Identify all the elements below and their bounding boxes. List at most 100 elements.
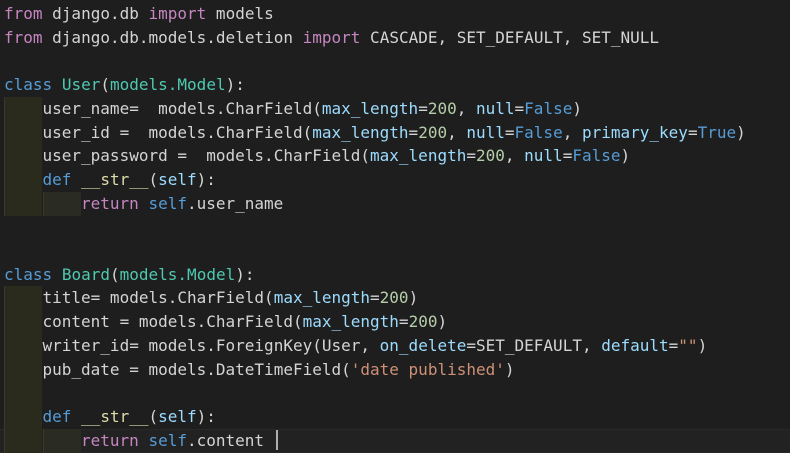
code-line[interactable]: writer_id= models.ForeignKey(User, on_de… [43, 334, 708, 358]
code-token: ( [109, 264, 120, 284]
code-token: ): [225, 75, 245, 95]
code-token: __str__ [81, 169, 149, 189]
code-token: 200 [427, 98, 457, 118]
code-token: from [4, 4, 43, 23]
code-token: User [61, 75, 101, 95]
code-token: max_length [321, 98, 419, 118]
code-token: default [601, 335, 669, 355]
text-cursor [275, 429, 278, 450]
code-token: 200 [475, 146, 505, 166]
code-token: ) [736, 122, 746, 142]
code-token: Board [61, 264, 110, 284]
code-token: True [697, 122, 737, 142]
code-token: "" [678, 335, 698, 355]
code-token: import [148, 4, 207, 23]
code-token: 'date published' [350, 359, 505, 379]
code-token: self [158, 406, 197, 426]
indent-guide [4, 404, 42, 429]
code-line[interactable]: title= models.CharField(max_length=200) [43, 286, 419, 310]
code-line[interactable]: from django.db.models.deletion import CA… [4, 26, 659, 50]
code-line[interactable]: user_id = models.CharField(max_length=20… [43, 121, 746, 145]
code-token: ) [504, 359, 515, 379]
code-line[interactable]: pub_date = models.DateTimeField('date pu… [43, 358, 515, 382]
indent-guide [4, 357, 42, 382]
code-token: ) [437, 312, 448, 332]
code-token: from [4, 27, 43, 47]
code-token: = [398, 312, 409, 332]
code-token: self [158, 169, 197, 189]
indent-guide [4, 144, 42, 169]
code-token: ( [148, 406, 159, 426]
code-editor[interactable]: from django.db import models from django.… [0, 0, 790, 453]
code-token: user_name= models.CharField( [42, 98, 322, 118]
code-token: def [42, 406, 72, 426]
indent-guide [4, 191, 42, 216]
code-token: max_length [302, 312, 399, 332]
code-token: = [370, 288, 380, 308]
code-token: =SET_DEFAULT, [466, 335, 602, 355]
code-token: content = models.CharField( [42, 312, 303, 332]
code-token: class [4, 75, 53, 95]
code-line[interactable]: return self.user_name [81, 192, 283, 216]
code-token: max_length [273, 288, 371, 308]
code-line[interactable]: class User(models.Model): [4, 73, 245, 97]
code-token: .user_name [186, 193, 284, 213]
code-token: ( [148, 169, 159, 189]
code-token: False [524, 98, 573, 118]
code-line[interactable]: def __str__(self): [43, 168, 216, 192]
code-token: on_delete [379, 335, 467, 355]
code-token: = [408, 122, 419, 142]
code-token: primary_key [581, 122, 688, 142]
code-line[interactable]: user_password = models.CharField(max_len… [43, 144, 631, 168]
indent-guide [4, 167, 42, 192]
indent-guide [42, 191, 81, 216]
code-token: return [81, 430, 139, 450]
code-line[interactable]: user_name= models.CharField(max_length=2… [43, 97, 582, 121]
code-token: = [418, 98, 428, 118]
code-token: django.db.models.deletion [42, 27, 303, 47]
code-token: False [514, 122, 563, 142]
code-token: ): [196, 406, 216, 426]
code-token: self [148, 193, 187, 213]
code-line[interactable]: content = models.CharField(max_length=20… [43, 310, 448, 334]
code-token: .content [186, 430, 274, 450]
code-token: class [4, 264, 53, 284]
code-token: models.Model [109, 75, 226, 95]
code-token: django.db [42, 4, 149, 23]
indent-guide [4, 381, 42, 406]
code-line[interactable]: return self.content [81, 429, 278, 453]
code-token: = [562, 146, 573, 166]
code-token: , [504, 146, 525, 166]
code-token: __str__ [81, 406, 149, 426]
indent-guide [4, 286, 42, 311]
code-token: ( [100, 75, 110, 95]
code-token: = [466, 146, 476, 166]
code-token: return [81, 193, 139, 213]
code-token: writer_id= models.ForeignKey(User, [42, 335, 380, 355]
code-token: ): [235, 264, 255, 284]
code-token: 200 [408, 312, 438, 332]
code-token: False [572, 146, 621, 166]
code-token: 200 [418, 122, 448, 142]
code-token: null [476, 98, 515, 118]
code-token: pub_date = models.DateTimeField( [42, 359, 351, 379]
code-line[interactable]: def __str__(self): [43, 405, 216, 429]
code-token: = [504, 122, 515, 142]
code-token: self [148, 430, 187, 450]
code-line[interactable]: from django.db import models [4, 2, 274, 26]
code-token: , [447, 122, 467, 142]
code-line[interactable]: class Board(models.Model): [4, 263, 254, 287]
code-token: null [466, 122, 505, 142]
indent-guide [4, 428, 42, 453]
code-token: ) [620, 146, 631, 166]
indent-guide [4, 96, 42, 121]
code-token: = [687, 122, 698, 142]
code-token: import [302, 27, 361, 47]
indent-guide [4, 333, 42, 358]
code-token: models [206, 4, 274, 23]
